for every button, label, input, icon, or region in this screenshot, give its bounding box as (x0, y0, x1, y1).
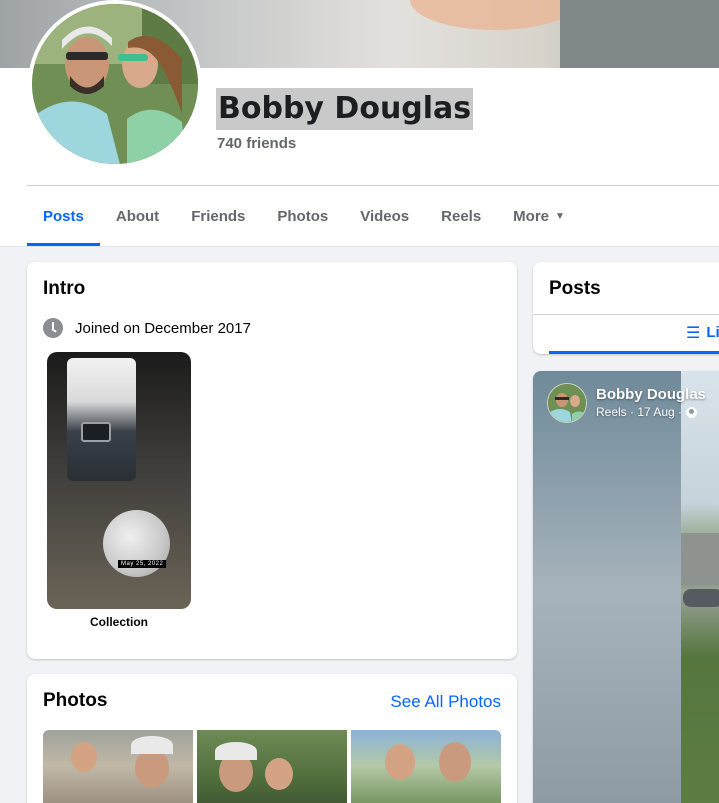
device-image (81, 422, 111, 442)
photo-cap (131, 736, 173, 754)
reel-video-preview (681, 371, 719, 803)
tab-videos[interactable]: Videos (344, 189, 425, 243)
cover-detail (560, 0, 719, 68)
photo-thumbnail[interactable] (197, 730, 347, 803)
photo-person (385, 744, 415, 780)
posts-title: Posts (549, 278, 601, 299)
reel-meta: Reels · 17 Aug · (596, 405, 698, 419)
photo-person (71, 742, 97, 772)
photo-cap (215, 742, 257, 760)
tab-more[interactable]: More ▼ (497, 189, 581, 243)
reel-house-image (681, 533, 719, 585)
tab-photos[interactable]: Photos (261, 189, 344, 243)
reel-post[interactable]: Bobby Douglas Reels · 17 Aug · (533, 371, 719, 803)
avatar-image (32, 4, 198, 164)
avatar-image (548, 384, 586, 422)
tab-reels[interactable]: Reels (425, 189, 497, 243)
reel-author-avatar[interactable] (547, 383, 587, 423)
photos-card: Photos See All Photos (27, 674, 517, 803)
reel-meta-text: Reels · 17 Aug · (596, 405, 683, 419)
photo-person (135, 748, 169, 788)
cover-detail (410, 0, 580, 30)
collection-thumbnail[interactable]: May 25, 2022 (47, 352, 191, 609)
reel-car-image (683, 589, 719, 607)
profile-tabs: Posts About Friends Photos Videos Reels … (27, 189, 581, 246)
date-stamp: May 25, 2022 (118, 560, 167, 568)
globe-icon (686, 406, 698, 418)
tab-friends[interactable]: Friends (175, 189, 261, 243)
tab-list-view[interactable]: ☰ List (549, 314, 719, 354)
photo-thumbnail[interactable] (351, 730, 501, 803)
joined-row: Joined on December 2017 (43, 318, 251, 338)
intro-card: Intro Joined on December 2017 May 25, 20… (27, 262, 517, 659)
photo-person (439, 742, 471, 782)
tab-about[interactable]: About (100, 189, 175, 243)
profile-avatar[interactable] (28, 0, 202, 168)
posts-header-card: Posts ☰ List (533, 262, 719, 354)
photo-thumbnail[interactable] (43, 730, 193, 803)
photos-title: Photos (43, 690, 108, 711)
intro-title: Intro (43, 278, 86, 299)
collection-label[interactable]: Collection (47, 615, 191, 629)
header-divider (27, 185, 719, 186)
friends-count[interactable]: 740 friends (217, 135, 296, 152)
caret-down-icon: ▼ (555, 210, 565, 222)
collection-photo (67, 358, 136, 481)
list-icon: ☰ (685, 324, 701, 342)
see-all-photos-link[interactable]: See All Photos (390, 692, 501, 712)
profile-name: Bobby Douglas (216, 88, 474, 130)
photo-person (265, 758, 293, 790)
joined-text: Joined on December 2017 (75, 319, 251, 337)
tab-more-label: More (513, 207, 550, 225)
tab-posts[interactable]: Posts (27, 189, 100, 246)
list-label: List (706, 324, 719, 341)
clock-icon (43, 318, 63, 338)
reel-author-name[interactable]: Bobby Douglas (596, 386, 706, 403)
